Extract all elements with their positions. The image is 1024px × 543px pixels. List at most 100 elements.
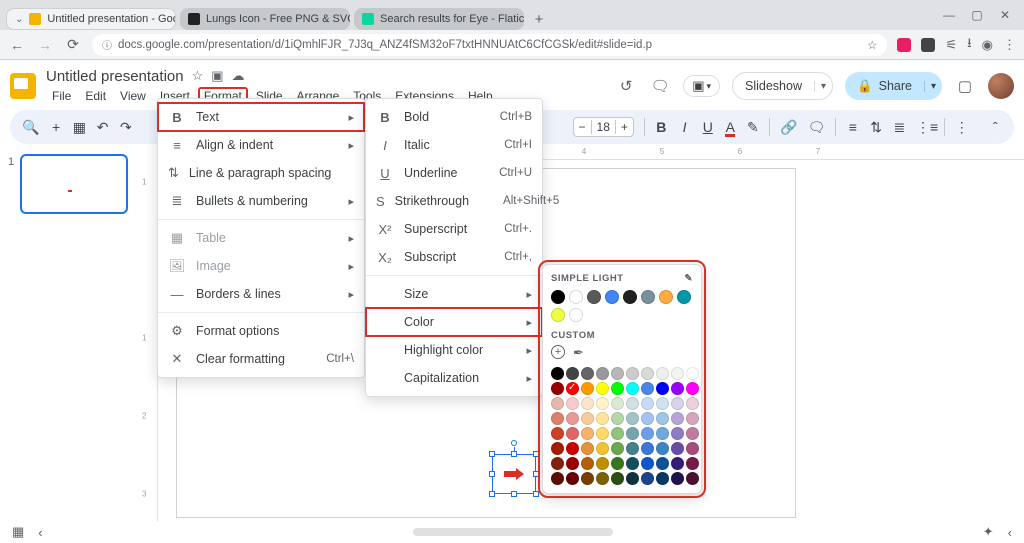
color-swatch[interactable] — [581, 472, 594, 485]
back-icon[interactable]: ← — [8, 37, 26, 53]
slideshow-button[interactable]: Slideshow ▾ — [732, 72, 833, 100]
align-icon[interactable]: ≡ — [846, 119, 859, 135]
resize-handle[interactable] — [489, 451, 495, 457]
add-custom-color[interactable]: + — [551, 345, 565, 359]
color-swatch[interactable] — [686, 382, 699, 395]
minimize-icon[interactable]: — — [942, 8, 956, 22]
color-swatch[interactable] — [566, 367, 579, 380]
horizontal-scrollbar[interactable] — [413, 528, 613, 536]
highlight-icon[interactable]: ✎ — [746, 119, 759, 136]
color-swatch[interactable] — [686, 367, 699, 380]
resize-handle[interactable] — [533, 471, 539, 477]
chevron-down-icon[interactable]: ▾ — [814, 81, 832, 92]
bulleted-list-icon[interactable]: ⋮≡ — [916, 119, 934, 136]
color-swatch[interactable] — [686, 397, 699, 410]
edit-theme-icon[interactable]: ✎ — [685, 273, 693, 284]
layout-icon[interactable]: ▦ — [73, 119, 86, 136]
color-swatch[interactable] — [641, 457, 654, 470]
selected-shape[interactable] — [492, 454, 536, 494]
menu-edit[interactable]: Edit — [79, 87, 112, 105]
reload-icon[interactable]: ⟳ — [64, 36, 82, 53]
color-swatch[interactable] — [605, 290, 619, 304]
color-swatch[interactable] — [596, 412, 609, 425]
color-swatch[interactable] — [581, 412, 594, 425]
color-swatch[interactable] — [656, 412, 669, 425]
color-swatch[interactable] — [626, 367, 639, 380]
color-swatch[interactable] — [626, 442, 639, 455]
download-icon[interactable]: ⭳ — [967, 34, 972, 56]
browser-tab[interactable]: Lungs Icon - Free PNG & SVG 3 ✕ — [180, 8, 350, 30]
eyedropper-icon[interactable]: ✒ — [573, 345, 584, 361]
extension-icon[interactable] — [897, 38, 911, 52]
explore-icon[interactable]: ✦ — [983, 524, 994, 540]
new-tab-button[interactable]: + — [528, 8, 550, 30]
text-superscript[interactable]: X² Superscript Ctrl+. — [366, 215, 542, 243]
resize-handle[interactable] — [511, 451, 517, 457]
color-swatch[interactable] — [596, 382, 609, 395]
resize-handle[interactable] — [533, 491, 539, 497]
text-italic[interactable]: I Italic Ctrl+I — [366, 131, 542, 159]
text-size[interactable]: Size ▸ — [366, 280, 542, 308]
color-swatch[interactable] — [671, 442, 684, 455]
color-swatch[interactable] — [671, 412, 684, 425]
collapse-toolbar-icon[interactable]: ˆ — [989, 119, 1002, 135]
color-swatch[interactable] — [551, 472, 564, 485]
color-swatch[interactable] — [626, 427, 639, 440]
extensions-icon[interactable]: ⚟ — [945, 37, 957, 53]
format-options[interactable]: ⚙ Format options — [158, 317, 364, 345]
color-swatch[interactable] — [581, 397, 594, 410]
text-highlight[interactable]: Highlight color ▸ — [366, 336, 542, 364]
color-swatch[interactable] — [641, 382, 654, 395]
color-swatch[interactable] — [566, 427, 579, 440]
browser-tab[interactable]: Search results for Eye - Flaticon ✕ — [354, 8, 524, 30]
doc-title[interactable]: Untitled presentation — [46, 68, 184, 85]
color-swatch[interactable] — [659, 290, 673, 304]
text-bold[interactable]: B Bold Ctrl+B — [366, 103, 542, 131]
color-swatch[interactable] — [596, 472, 609, 485]
color-swatch[interactable] — [587, 290, 601, 304]
search-icon[interactable]: 🔍 — [22, 119, 39, 136]
color-swatch[interactable] — [596, 427, 609, 440]
color-swatch[interactable] — [686, 457, 699, 470]
site-info-icon[interactable]: ⓘ — [102, 37, 112, 52]
color-swatch[interactable] — [581, 457, 594, 470]
sidepanel-icon[interactable]: ▢ — [954, 75, 976, 97]
color-swatch[interactable] — [566, 457, 579, 470]
rotate-handle[interactable] — [511, 440, 517, 446]
color-swatch[interactable] — [641, 397, 654, 410]
text-subscript[interactable]: X₂ Subscript Ctrl+, — [366, 243, 542, 271]
color-swatch[interactable] — [611, 367, 624, 380]
color-swatch[interactable] — [611, 472, 624, 485]
collapse-filmstrip-icon[interactable]: ‹ — [38, 525, 42, 540]
color-swatch[interactable] — [596, 397, 609, 410]
color-swatch[interactable] — [551, 457, 564, 470]
color-swatch[interactable] — [596, 367, 609, 380]
share-button[interactable]: 🔒Share ▾ — [845, 72, 942, 100]
color-swatch[interactable] — [581, 442, 594, 455]
color-swatch[interactable] — [566, 397, 579, 410]
undo-icon[interactable]: ↶ — [96, 119, 109, 136]
maximize-icon[interactable]: ▢ — [970, 8, 984, 22]
color-swatch[interactable] — [551, 382, 564, 395]
color-swatch[interactable] — [656, 397, 669, 410]
forward-icon[interactable]: → — [36, 37, 54, 53]
color-swatch[interactable] — [551, 290, 565, 304]
format-bullets[interactable]: ≣ Bullets & numbering ▸ — [158, 187, 364, 215]
text-color[interactable]: Color ▸ — [366, 308, 542, 336]
color-swatch[interactable] — [686, 412, 699, 425]
account-avatar[interactable] — [988, 73, 1014, 99]
slides-logo-icon[interactable] — [10, 73, 36, 99]
color-swatch[interactable] — [566, 442, 579, 455]
cloud-icon[interactable]: ☁ — [232, 68, 245, 84]
color-swatch[interactable] — [551, 308, 565, 322]
star-icon[interactable]: ☆ — [867, 38, 877, 52]
italic-icon[interactable]: I — [678, 119, 691, 135]
menu-view[interactable]: View — [114, 87, 152, 105]
new-slide-icon[interactable]: + — [49, 119, 62, 135]
comment-icon[interactable]: 🗨 — [808, 119, 826, 136]
color-swatch[interactable] — [656, 442, 669, 455]
color-swatch[interactable] — [641, 472, 654, 485]
text-underline[interactable]: U Underline Ctrl+U — [366, 159, 542, 187]
format-borders[interactable]: — Borders & lines ▸ — [158, 280, 364, 308]
color-swatch[interactable] — [641, 412, 654, 425]
